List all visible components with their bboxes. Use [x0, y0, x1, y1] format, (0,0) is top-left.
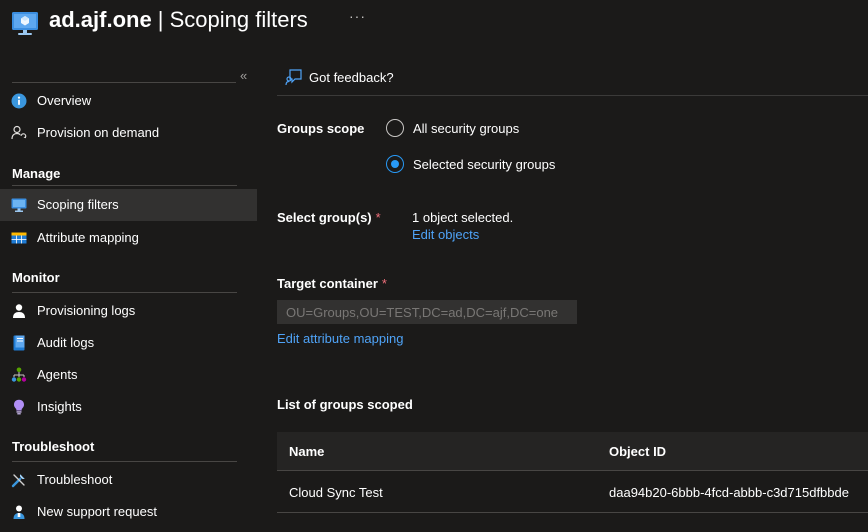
target-container-label: Target container * — [277, 276, 387, 291]
edit-attribute-mapping-link[interactable]: Edit attribute mapping — [277, 331, 403, 346]
page-header: ad.ajf.one | Scoping filters ··· — [0, 0, 868, 48]
radio-circle[interactable] — [386, 119, 404, 137]
sidebar-collapse-row: « — [12, 66, 256, 84]
sidebar-item-label: Provisioning logs — [37, 303, 136, 318]
section-manage: Manage — [12, 166, 61, 181]
required-marker: * — [375, 210, 381, 225]
sidebar-item-label: Overview — [37, 93, 92, 108]
radio-selected-security-groups[interactable]: Selected security groups — [386, 155, 555, 173]
collapse-sidebar-icon[interactable]: « — [240, 68, 247, 83]
person-support-icon — [13, 505, 25, 519]
sidebar-item-scoping-filters[interactable]: Scoping filters — [0, 189, 257, 221]
radio-all-security-groups[interactable]: All security groups — [386, 119, 519, 137]
sidebar-item-label: Provision on demand — [37, 125, 160, 140]
divider — [12, 185, 237, 186]
divider — [12, 461, 237, 462]
divider — [12, 82, 236, 83]
info-icon — [11, 93, 27, 109]
selected-count-text: 1 object selected. — [412, 210, 514, 225]
sidebar-item-label: Audit logs — [37, 335, 95, 350]
feedback-bar: Got feedback? — [277, 60, 868, 96]
page-title: ad.ajf.one | Scoping filters — [49, 7, 308, 32]
person-icon — [13, 304, 25, 318]
sidebar-item-label: Scoping filters — [37, 197, 119, 212]
table-header: Name Object ID — [277, 432, 868, 471]
wrench-icon — [11, 474, 25, 488]
radio-label: All security groups — [413, 120, 520, 136]
section-troubleshoot: Troubleshoot — [12, 439, 95, 454]
feedback-icon[interactable] — [285, 68, 303, 86]
sidebar-item-audit-logs[interactable]: Audit logs — [0, 327, 257, 359]
sidebar-item-new-support-request[interactable]: New support request — [0, 496, 257, 528]
sidebar-item-agents[interactable]: Agents — [0, 359, 257, 391]
divider — [12, 292, 237, 293]
person-sync-icon — [11, 125, 27, 140]
sidebar-item-label: Insights — [37, 399, 82, 414]
sidebar-item-insights[interactable]: Insights — [0, 391, 257, 423]
log-book-icon — [13, 335, 25, 351]
more-options-button[interactable]: ··· — [349, 8, 366, 24]
sidebar-item-provision-on-demand[interactable]: Provision on demand — [0, 117, 257, 149]
hierarchy-icon — [11, 367, 27, 382]
sidebar-item-label: New support request — [37, 504, 157, 519]
monitor-icon — [11, 198, 27, 212]
groups-list-title: List of groups scoped — [277, 397, 413, 412]
target-container-input — [277, 300, 577, 324]
feedback-link[interactable]: Got feedback? — [309, 70, 394, 85]
sidebar-item-overview[interactable]: Overview — [0, 85, 257, 117]
lightbulb-icon — [14, 399, 24, 415]
select-groups-label: Select group(s) * — [277, 210, 381, 225]
sidebar-item-attribute-mapping[interactable]: Attribute mapping — [0, 222, 257, 254]
edit-objects-link[interactable]: Edit objects — [412, 227, 479, 242]
radio-label: Selected security groups — [413, 156, 556, 172]
groups-scope-label: Groups scope — [277, 121, 365, 136]
sidebar-item-label: Troubleshoot — [37, 472, 113, 487]
sidebar-item-provisioning-logs[interactable]: Provisioning logs — [0, 295, 257, 327]
sidebar: « Overview Provision on demand Manage Sc… — [0, 66, 258, 532]
table-row[interactable]: Cloud Sync Test daa94b20-6bbb-4fcd-abbb-… — [277, 471, 868, 513]
table-icon — [11, 232, 27, 244]
required-marker: * — [381, 276, 387, 291]
sidebar-item-label: Agents — [37, 367, 78, 382]
resource-monitor-icon — [12, 12, 38, 35]
sidebar-item-troubleshoot[interactable]: Troubleshoot — [0, 464, 257, 496]
section-monitor: Monitor — [12, 270, 60, 285]
column-header-object-id[interactable]: Object ID — [609, 444, 666, 459]
cell-name: Cloud Sync Test — [289, 485, 383, 500]
cell-object-id: daa94b20-6bbb-4fcd-abbb-c3d715dfbbde — [609, 485, 849, 500]
radio-circle[interactable] — [386, 155, 404, 173]
column-header-name[interactable]: Name — [289, 444, 324, 459]
sidebar-item-label: Attribute mapping — [37, 230, 139, 245]
